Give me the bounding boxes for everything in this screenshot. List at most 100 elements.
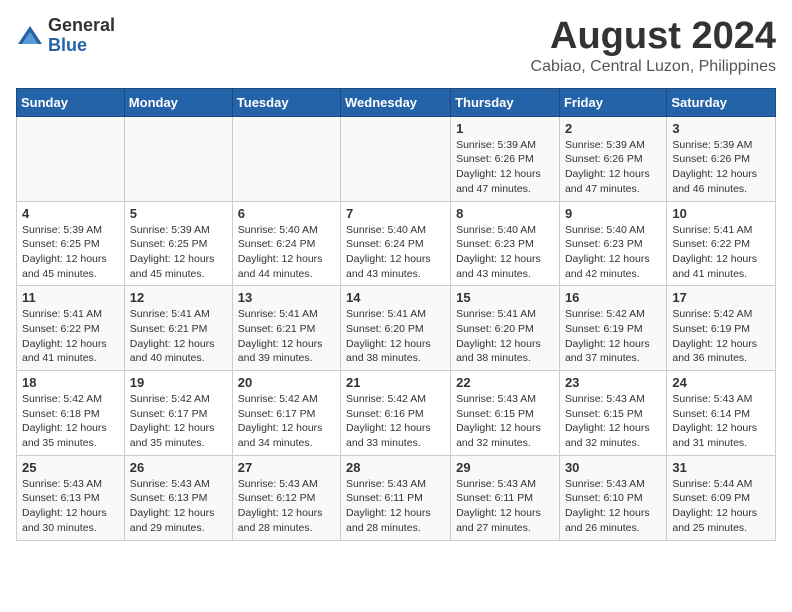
day-number: 25 xyxy=(22,460,119,475)
weekday-header: Sunday xyxy=(17,88,125,116)
day-detail: Sunrise: 5:39 AM Sunset: 6:26 PM Dayligh… xyxy=(672,138,770,197)
calendar-cell xyxy=(17,116,125,201)
calendar-cell: 13 Sunrise: 5:41 AM Sunset: 6:21 PM Dayli… xyxy=(232,286,340,371)
logo-blue: Blue xyxy=(48,35,87,55)
logo-general: General xyxy=(48,15,115,35)
calendar-cell: 30Sunrise: 5:43 AM Sunset: 6:10 PM Dayli… xyxy=(559,455,666,540)
day-detail: Sunrise: 5:42 AM Sunset: 6:17 PM Dayligh… xyxy=(130,392,227,451)
calendar-cell: 28Sunrise: 5:43 AM Sunset: 6:11 PM Dayli… xyxy=(341,455,451,540)
day-detail: Sunrise: 5:43 AM Sunset: 6:11 PM Dayligh… xyxy=(456,477,554,536)
calendar-cell: 21 Sunrise: 5:42 AM Sunset: 6:16 PM Dayli… xyxy=(341,371,451,456)
day-number: 24 xyxy=(672,375,770,390)
day-number: 1 xyxy=(456,121,554,136)
day-number: 15 xyxy=(456,290,554,305)
calendar-cell: 18Sunrise: 5:42 AM Sunset: 6:18 PM Dayli… xyxy=(17,371,125,456)
calendar-cell: 6 Sunrise: 5:40 AM Sunset: 6:24 PM Daylig… xyxy=(232,201,340,286)
day-number: 27 xyxy=(238,460,335,475)
day-detail: Sunrise: 5:39 AM Sunset: 6:25 PM Dayligh… xyxy=(22,223,119,282)
calendar-cell: 26Sunrise: 5:43 AM Sunset: 6:13 PM Dayli… xyxy=(124,455,232,540)
day-number: 13 xyxy=(238,290,335,305)
calendar-cell: 12Sunrise: 5:41 AM Sunset: 6:21 PM Dayli… xyxy=(124,286,232,371)
calendar-cell: 15 Sunrise: 5:41 AM Sunset: 6:20 PM Dayli… xyxy=(451,286,560,371)
day-detail: Sunrise: 5:39 AM Sunset: 6:26 PM Dayligh… xyxy=(565,138,661,197)
calendar-cell xyxy=(232,116,340,201)
calendar-cell: 20 Sunrise: 5:42 AM Sunset: 6:17 PM Dayli… xyxy=(232,371,340,456)
calendar-cell: 31Sunrise: 5:44 AM Sunset: 6:09 PM Dayli… xyxy=(667,455,776,540)
day-detail: Sunrise: 5:40 AM Sunset: 6:23 PM Dayligh… xyxy=(456,223,554,282)
calendar-cell: 4 Sunrise: 5:39 AM Sunset: 6:25 PM Daylig… xyxy=(17,201,125,286)
day-number: 3 xyxy=(672,121,770,136)
calendar-week-row: 25Sunrise: 5:43 AM Sunset: 6:13 PM Dayli… xyxy=(17,455,776,540)
day-number: 21 xyxy=(346,375,445,390)
day-detail: Sunrise: 5:42 AM Sunset: 6:17 PM Dayligh… xyxy=(238,392,335,451)
calendar-cell: 8 Sunrise: 5:40 AM Sunset: 6:23 PM Daylig… xyxy=(451,201,560,286)
calendar-week-row: 11Sunrise: 5:41 AM Sunset: 6:22 PM Dayli… xyxy=(17,286,776,371)
day-detail: Sunrise: 5:43 AM Sunset: 6:12 PM Dayligh… xyxy=(238,477,335,536)
day-detail: Sunrise: 5:40 AM Sunset: 6:24 PM Dayligh… xyxy=(238,223,335,282)
calendar-cell: 1Sunrise: 5:39 AM Sunset: 6:26 PM Daylig… xyxy=(451,116,560,201)
day-number: 29 xyxy=(456,460,554,475)
weekday-header: Tuesday xyxy=(232,88,340,116)
calendar-cell: 5Sunrise: 5:39 AM Sunset: 6:25 PM Daylig… xyxy=(124,201,232,286)
calendar-cell: 25Sunrise: 5:43 AM Sunset: 6:13 PM Dayli… xyxy=(17,455,125,540)
day-number: 20 xyxy=(238,375,335,390)
day-number: 16 xyxy=(565,290,661,305)
day-detail: Sunrise: 5:43 AM Sunset: 6:15 PM Dayligh… xyxy=(565,392,661,451)
day-detail: Sunrise: 5:41 AM Sunset: 6:20 PM Dayligh… xyxy=(346,307,445,366)
calendar-cell: 23 Sunrise: 5:43 AM Sunset: 6:15 PM Dayli… xyxy=(559,371,666,456)
logo-icon xyxy=(16,24,44,48)
day-number: 8 xyxy=(456,206,554,221)
day-detail: Sunrise: 5:44 AM Sunset: 6:09 PM Dayligh… xyxy=(672,477,770,536)
day-number: 6 xyxy=(238,206,335,221)
weekday-header: Friday xyxy=(559,88,666,116)
day-number: 2 xyxy=(565,121,661,136)
day-detail: Sunrise: 5:39 AM Sunset: 6:25 PM Dayligh… xyxy=(130,223,227,282)
logo-text: General Blue xyxy=(48,16,115,56)
calendar-week-row: 1 Sunrise: 5:39 AM Sunset: 6:26 PM Daylig… xyxy=(17,116,776,201)
calendar-subtitle: Cabiao, Central Luzon, Philippines xyxy=(531,58,776,76)
calendar-title: August 2024 xyxy=(531,16,776,58)
day-detail: Sunrise: 5:42 AM Sunset: 6:18 PM Dayligh… xyxy=(22,392,119,451)
day-number: 22 xyxy=(456,375,554,390)
weekday-header: Saturday xyxy=(667,88,776,116)
day-number: 17 xyxy=(672,290,770,305)
day-number: 23 xyxy=(565,375,661,390)
day-detail: Sunrise: 5:41 AM Sunset: 6:21 PM Dayligh… xyxy=(130,307,227,366)
calendar-cell: 11Sunrise: 5:41 AM Sunset: 6:22 PM Dayli… xyxy=(17,286,125,371)
day-number: 7 xyxy=(346,206,445,221)
day-detail: Sunrise: 5:42 AM Sunset: 6:19 PM Dayligh… xyxy=(672,307,770,366)
page-header: General Blue August 2024 Cabiao, Central… xyxy=(16,16,776,76)
day-detail: Sunrise: 5:42 AM Sunset: 6:19 PM Dayligh… xyxy=(565,307,661,366)
calendar-cell: 29 Sunrise: 5:43 AM Sunset: 6:11 PM Dayli… xyxy=(451,455,560,540)
weekday-header: Monday xyxy=(124,88,232,116)
day-number: 11 xyxy=(22,290,119,305)
calendar-cell: 22Sunrise: 5:43 AM Sunset: 6:15 PM Dayli… xyxy=(451,371,560,456)
day-number: 9 xyxy=(565,206,661,221)
day-number: 10 xyxy=(672,206,770,221)
calendar-cell: 7 Sunrise: 5:40 AM Sunset: 6:24 PM Daylig… xyxy=(341,201,451,286)
calendar-cell: 16 Sunrise: 5:42 AM Sunset: 6:19 PM Dayli… xyxy=(559,286,666,371)
weekday-header: Thursday xyxy=(451,88,560,116)
day-number: 4 xyxy=(22,206,119,221)
calendar-cell: 19Sunrise: 5:42 AM Sunset: 6:17 PM Dayli… xyxy=(124,371,232,456)
day-number: 26 xyxy=(130,460,227,475)
day-detail: Sunrise: 5:40 AM Sunset: 6:24 PM Dayligh… xyxy=(346,223,445,282)
calendar-week-row: 4 Sunrise: 5:39 AM Sunset: 6:25 PM Daylig… xyxy=(17,201,776,286)
day-detail: Sunrise: 5:40 AM Sunset: 6:23 PM Dayligh… xyxy=(565,223,661,282)
day-detail: Sunrise: 5:41 AM Sunset: 6:20 PM Dayligh… xyxy=(456,307,554,366)
calendar-week-row: 18Sunrise: 5:42 AM Sunset: 6:18 PM Dayli… xyxy=(17,371,776,456)
calendar-cell: 3 Sunrise: 5:39 AM Sunset: 6:26 PM Daylig… xyxy=(667,116,776,201)
logo: General Blue xyxy=(16,16,115,56)
calendar-cell: 27 Sunrise: 5:43 AM Sunset: 6:12 PM Dayli… xyxy=(232,455,340,540)
day-detail: Sunrise: 5:41 AM Sunset: 6:21 PM Dayligh… xyxy=(238,307,335,366)
day-detail: Sunrise: 5:42 AM Sunset: 6:16 PM Dayligh… xyxy=(346,392,445,451)
day-number: 14 xyxy=(346,290,445,305)
calendar-cell xyxy=(124,116,232,201)
calendar-cell: 17 Sunrise: 5:42 AM Sunset: 6:19 PM Dayli… xyxy=(667,286,776,371)
weekday-header: Wednesday xyxy=(341,88,451,116)
calendar-cell: 10 Sunrise: 5:41 AM Sunset: 6:22 PM Dayli… xyxy=(667,201,776,286)
weekday-header-row: SundayMondayTuesdayWednesdayThursdayFrid… xyxy=(17,88,776,116)
calendar-table: SundayMondayTuesdayWednesdayThursdayFrid… xyxy=(16,88,776,541)
day-detail: Sunrise: 5:43 AM Sunset: 6:14 PM Dayligh… xyxy=(672,392,770,451)
day-detail: Sunrise: 5:41 AM Sunset: 6:22 PM Dayligh… xyxy=(672,223,770,282)
